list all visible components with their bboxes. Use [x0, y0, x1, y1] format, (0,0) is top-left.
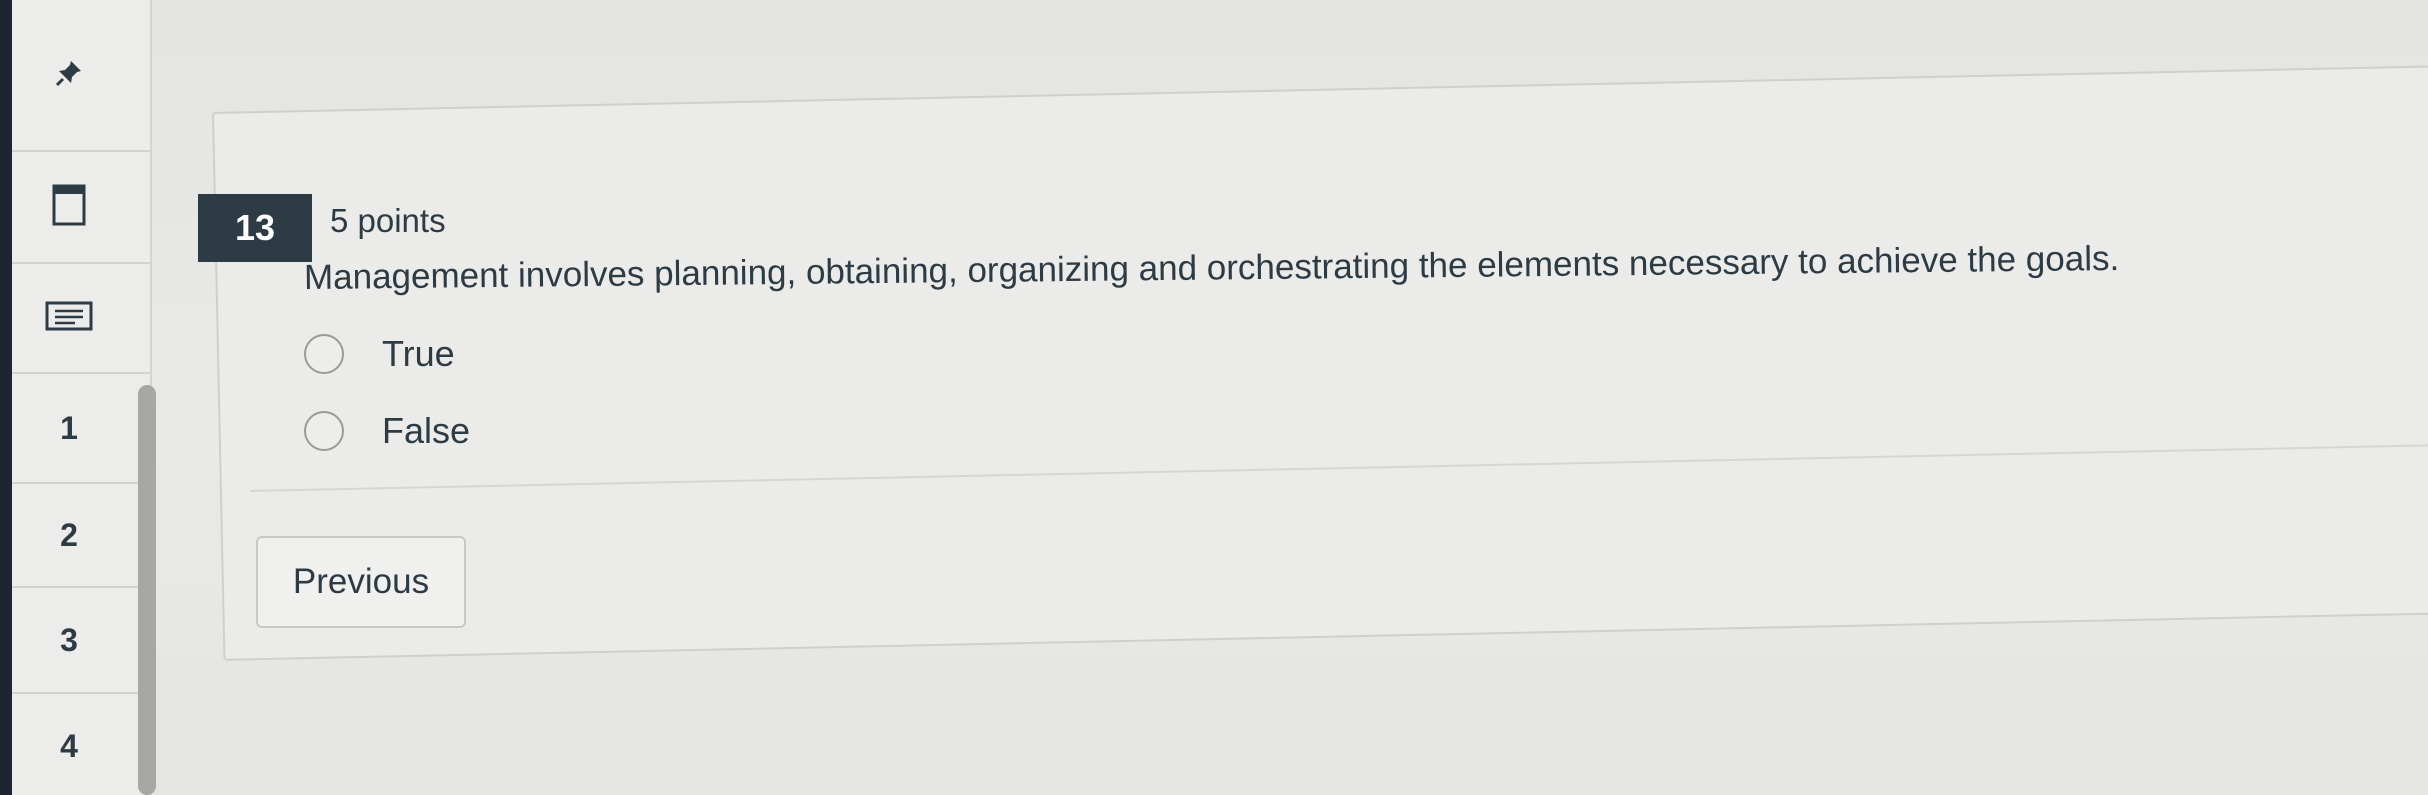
previous-button[interactable]: Previous — [256, 536, 466, 628]
sidebar-notes[interactable] — [12, 264, 150, 374]
answer-label: True — [382, 333, 455, 374]
answer-label: False — [382, 410, 471, 451]
question-sidebar: 1 2 3 4 — [12, 0, 156, 795]
sidebar-flag[interactable] — [12, 152, 150, 264]
question-points: 5 points — [330, 202, 446, 239]
sidebar-item-1[interactable]: 1 — [12, 374, 150, 484]
sidebar-item-4[interactable]: 4 — [12, 694, 150, 795]
answer-option-true[interactable]: True — [304, 333, 455, 375]
sidebar-item-label: 2 — [60, 516, 78, 553]
sidebar-pin[interactable] — [12, 0, 150, 152]
radio-button[interactable] — [304, 411, 344, 451]
pin-icon — [54, 58, 84, 93]
sidebar-scrollbar[interactable] — [138, 385, 156, 795]
sidebar-item-label: 3 — [60, 621, 78, 658]
radio-button[interactable] — [304, 334, 344, 374]
sidebar-item-label: 4 — [60, 727, 78, 764]
question-card — [212, 63, 2428, 661]
quiz-screen: 1 2 3 4 13 5 points Management involves … — [0, 0, 2428, 795]
notes-icon — [45, 301, 93, 336]
question-number: 13 — [198, 194, 312, 262]
window-edge — [0, 0, 12, 795]
sidebar-item-3[interactable]: 3 — [12, 588, 150, 694]
sidebar-item-2[interactable]: 2 — [12, 484, 150, 588]
sidebar-item-label: 1 — [60, 409, 78, 446]
answer-option-false[interactable]: False — [304, 410, 470, 452]
flag-icon — [52, 184, 86, 231]
